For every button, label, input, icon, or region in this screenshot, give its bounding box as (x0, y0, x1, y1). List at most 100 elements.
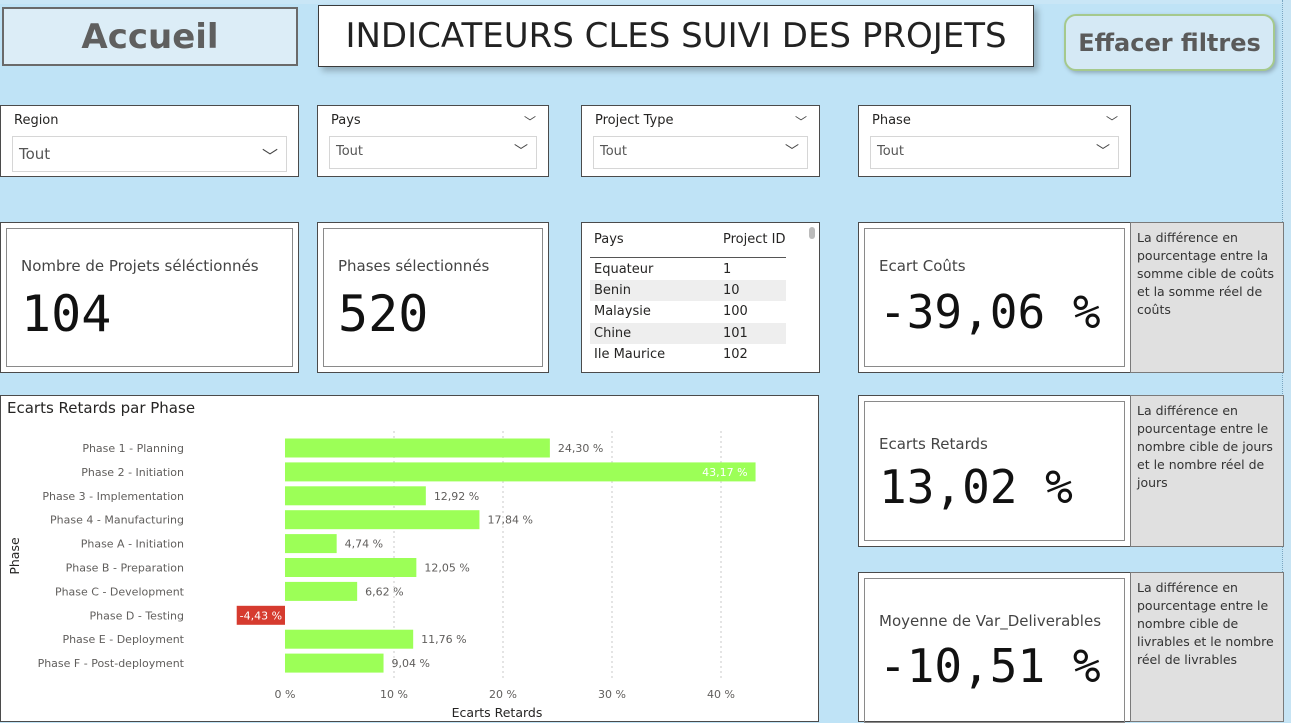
x-tick-label: 30 % (598, 688, 626, 701)
x-tick-label: 20 % (489, 688, 517, 701)
x-tick-label: 10 % (380, 688, 408, 701)
pays-project-table: Pays Project ID Equateur 1 Benin 10 Mala… (581, 222, 820, 373)
card-frame: Ecarts Retards 13,02 % (864, 401, 1125, 541)
x-tick-label: 40 % (707, 688, 735, 701)
category-label: Phase A - Initiation (81, 538, 184, 551)
cost-description: La différence en pourcentage entre la so… (1130, 222, 1284, 373)
dropdown-value: Tout (19, 145, 51, 163)
table-header: Pays (594, 232, 624, 247)
card-value: -39,06 % (879, 285, 1101, 339)
top-strip (0, 0, 1291, 4)
dropdown-value: Tout (336, 144, 364, 159)
chevron-down-icon: ﹀ (785, 144, 799, 160)
table-row[interactable]: Ile Maurice 102 (590, 344, 786, 365)
category-label: Phase 1 - Planning (82, 442, 184, 455)
slicer-label: Project Type (595, 113, 674, 128)
cell-project-id: 100 (723, 304, 748, 319)
data-label: 43,17 % (702, 466, 747, 479)
home-button[interactable]: Accueil (2, 7, 298, 66)
card-label: Moyenne de Var_Deliverables (879, 612, 1102, 630)
category-label: Phase D - Testing (90, 609, 184, 622)
card-label: Ecarts Retards (879, 435, 988, 453)
cell-pays: Malaysie (594, 304, 651, 319)
bar (285, 558, 417, 577)
phases-card: Phases sélectionnés 520 (317, 222, 549, 373)
category-label: Phase E - Deployment (62, 633, 184, 646)
pays-dropdown[interactable]: Tout ﹀ (329, 136, 537, 169)
dropdown-value: Tout (600, 144, 628, 159)
slicer-label: Region (14, 113, 59, 128)
x-axis-label: Ecarts Retards (452, 705, 543, 720)
card-value: 520 (338, 285, 429, 343)
cell-project-id: 1 (723, 262, 732, 277)
table-row[interactable]: Equateur 1 (590, 259, 786, 280)
deliverables-card: Moyenne de Var_Deliverables -10,51 % (858, 572, 1131, 723)
category-label: Phase 2 - Initiation (81, 466, 184, 479)
data-label: 17,84 % (487, 514, 532, 527)
bar (285, 581, 358, 601)
bar (285, 653, 384, 673)
clear-filters-button[interactable]: Effacer filtres (1064, 14, 1275, 71)
cell-pays: Ile Maurice (594, 347, 666, 362)
cell-project-id: 10 (723, 283, 740, 298)
dropdown-value: Tout (877, 144, 905, 159)
bar (285, 629, 414, 649)
page-title: INDICATEURS CLES SUIVI DES PROJETS (318, 5, 1034, 67)
table-row[interactable]: Chine 101 (590, 323, 786, 344)
y-axis-label: Phase (7, 537, 22, 575)
bar (285, 438, 550, 458)
chevron-down-icon: ﹀ (514, 144, 528, 160)
table-row[interactable]: Benin 10 (590, 280, 786, 301)
phase-dropdown[interactable]: Tout ﹀ (870, 136, 1119, 169)
chevron-down-icon: ﹀ (1096, 144, 1110, 160)
chevron-down-icon[interactable]: ﹀ (1106, 113, 1118, 130)
data-label: -4,43 % (240, 609, 282, 622)
data-label: 12,92 % (434, 490, 479, 503)
data-label: 11,76 % (421, 633, 466, 646)
data-label: 9,04 % (392, 657, 430, 670)
delay-description: La différence en pourcentage entre le no… (1130, 395, 1284, 547)
slicer-label: Phase (872, 113, 911, 128)
delay-card: Ecarts Retards 13,02 % (858, 395, 1131, 547)
chevron-down-icon[interactable]: ﹀ (795, 113, 807, 130)
data-label: 6,62 % (365, 585, 403, 598)
data-label: 24,30 % (558, 442, 603, 455)
table-scrollbar[interactable] (809, 227, 815, 239)
cell-project-id: 101 (723, 326, 748, 341)
bar (285, 534, 337, 554)
card-frame: Ecart Coûts -39,06 % (864, 228, 1125, 367)
x-tick-label: 0 % (275, 688, 296, 701)
project-type-dropdown[interactable]: Tout ﹀ (593, 136, 808, 169)
pays-slicer: Pays ﹀ Tout ﹀ (317, 105, 549, 177)
card-label: Nombre de Projets séléctionnés (21, 257, 259, 275)
projects-card: Nombre de Projets séléctionnés 104 (0, 222, 299, 373)
cell-pays: Chine (594, 326, 632, 341)
category-label: Phase 3 - Implementation (42, 490, 184, 503)
card-label: Ecart Coûts (879, 257, 966, 275)
card-value: 13,02 % (879, 460, 1073, 514)
card-value: 104 (21, 285, 112, 343)
data-label: 12,05 % (424, 562, 469, 575)
chart-plot: 0 % 10 % 20 % 30 % 40 % Ecarts Retards Phase Ph… (7, 431, 756, 720)
slicer-label: Pays (331, 113, 361, 128)
region-dropdown[interactable]: Tout ﹀ (12, 136, 287, 172)
cell-pays: Benin (594, 283, 632, 298)
chevron-down-icon: ﹀ (261, 147, 278, 166)
category-label: Phase C - Development (55, 585, 185, 598)
table-header: Project ID (723, 232, 786, 247)
project-type-slicer: Project Type ﹀ Tout ﹀ (581, 105, 820, 177)
card-label: Phases sélectionnés (338, 257, 490, 275)
card-value: -10,51 % (879, 639, 1101, 693)
region-slicer: Region Tout ﹀ (0, 105, 299, 177)
category-label: Phase 4 - Manufacturing (50, 514, 184, 527)
card-frame: Nombre de Projets séléctionnés 104 (6, 228, 293, 367)
bar (285, 510, 480, 530)
cell-project-id: 102 (723, 347, 748, 362)
table-row[interactable]: Malaysie 100 (590, 301, 786, 322)
bar (285, 486, 426, 506)
cost-card: Ecart Coûts -39,06 % (858, 222, 1131, 373)
delay-by-phase-chart: Ecarts Retards par Phase 0 % 10 % 20 % 30 %… (0, 395, 819, 722)
chevron-down-icon[interactable]: ﹀ (524, 113, 536, 130)
data-label: 4,74 % (345, 538, 383, 551)
category-label: Phase F - Post-deployment (38, 657, 185, 670)
